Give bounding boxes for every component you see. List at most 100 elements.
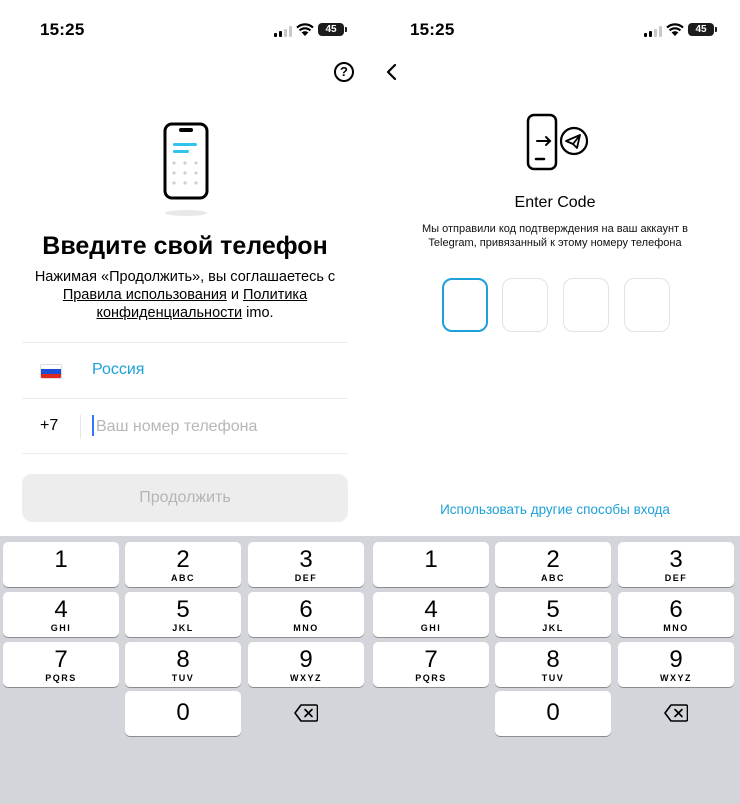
key-3[interactable]: 3 DEF: [248, 542, 364, 587]
alternative-login-link[interactable]: Использовать другие способы входа: [370, 502, 740, 517]
country-code[interactable]: +7: [40, 417, 58, 435]
key-letters: JKL: [172, 623, 194, 633]
key-3[interactable]: 3 DEF: [618, 542, 734, 587]
key-8[interactable]: 8 TUV: [125, 642, 241, 687]
key-9[interactable]: 9 WXYZ: [248, 642, 364, 687]
code-digit-box[interactable]: [563, 278, 609, 332]
key-7[interactable]: 7 PQRS: [3, 642, 119, 687]
phone-telegram-icon: [526, 113, 589, 171]
key-digit: 3: [669, 546, 683, 573]
key-letters: PQRS: [415, 673, 447, 683]
battery-icon: 45: [318, 23, 347, 36]
wifi-icon: [296, 23, 314, 36]
subtitle-line: Мы отправили код подтверждения на ваш ак…: [422, 223, 688, 235]
legal-and: и: [226, 287, 243, 303]
key-4[interactable]: 4 GHI: [373, 592, 489, 637]
key-digit: 7: [424, 646, 438, 673]
phone-field-row: +7: [22, 398, 348, 454]
help-icon[interactable]: ?: [334, 62, 354, 82]
key-digit: 5: [176, 596, 190, 623]
russia-flag-icon: [40, 364, 62, 379]
key-digit: 9: [669, 646, 683, 673]
key-2[interactable]: 2 ABC: [125, 542, 241, 587]
backspace-icon[interactable]: [248, 691, 364, 736]
key-7[interactable]: 7 PQRS: [373, 642, 489, 687]
key-digit: 5: [546, 596, 560, 623]
key-letters: ABC: [171, 573, 195, 583]
key-letters: MNO: [663, 623, 689, 633]
key-digit: 2: [546, 546, 560, 573]
key-digit: 1: [54, 546, 68, 573]
key-0[interactable]: 0: [495, 691, 611, 736]
key-letters: TUV: [171, 673, 195, 683]
cellular-signal-icon: [274, 26, 292, 37]
key-8[interactable]: 8 TUV: [495, 642, 611, 687]
key-digit: 2: [176, 546, 190, 573]
status-time: 15:25: [410, 20, 455, 39]
legal-prefix: Нажимая «Продолжить», вы соглашаетесь с: [34, 269, 336, 285]
numeric-keypad: 1 2 ABC 3 DEF 4 GHI 5 JKL 6 MNO 7 PQRS 8 TUV 9 WXYZ 0: [0, 536, 370, 804]
legal-text: Нажимая «Продолжить», вы соглашаетесь с …: [20, 268, 350, 322]
key-letters: GHI: [420, 623, 442, 633]
phone-icon: [163, 122, 209, 216]
phone-entry-screen: 15:25 45 ? Введите свой телефон Нажимая …: [0, 0, 370, 804]
key-letters: GHI: [50, 623, 72, 633]
key-digit: 3: [299, 546, 313, 573]
numeric-keypad: 1 2 ABC 3 DEF 4 GHI 5 JKL 6 MNO 7 PQRS 8 TUV 9 WXYZ 0: [370, 536, 740, 804]
key-9[interactable]: 9 WXYZ: [618, 642, 734, 687]
key-digit: 6: [669, 596, 683, 623]
key-letters: WXYZ: [290, 673, 322, 683]
phone-number-input[interactable]: [96, 413, 336, 441]
key-5[interactable]: 5 JKL: [125, 592, 241, 637]
key-digit: 0: [176, 699, 190, 726]
code-digit-box[interactable]: [502, 278, 548, 332]
chevron-left-icon[interactable]: [384, 62, 398, 82]
key-letters: DEF: [664, 573, 688, 583]
key-6[interactable]: 6 MNO: [248, 592, 364, 637]
key-2[interactable]: 2 ABC: [495, 542, 611, 587]
key-6[interactable]: 6 MNO: [618, 592, 734, 637]
key-digit: 6: [299, 596, 313, 623]
continue-button[interactable]: Продолжить: [22, 474, 348, 522]
key-0[interactable]: 0: [125, 691, 241, 736]
key-digit: 4: [424, 596, 438, 623]
key-4[interactable]: 4 GHI: [3, 592, 119, 637]
page-subtitle: Мы отправили код подтверждения на ваш ак…: [400, 222, 710, 250]
subtitle-line: Telegram, привязанный к этому номеру тел…: [428, 237, 682, 249]
status-bar: 15:25 45: [370, 0, 740, 60]
key-digit: 8: [176, 646, 190, 673]
wifi-icon: [666, 23, 684, 36]
text-cursor: [92, 415, 94, 436]
key-digit: 8: [546, 646, 560, 673]
divider: [80, 415, 81, 439]
key-letters: PQRS: [45, 673, 77, 683]
key-letters: JKL: [542, 623, 564, 633]
key-1[interactable]: 1: [373, 542, 489, 587]
key-5[interactable]: 5 JKL: [495, 592, 611, 637]
status-bar: 15:25 45: [0, 0, 370, 60]
backspace-icon[interactable]: [618, 691, 734, 736]
country-name: Россия: [92, 361, 145, 378]
key-digit: 7: [54, 646, 68, 673]
page-title: Enter Code: [514, 194, 596, 211]
key-1[interactable]: 1: [3, 542, 119, 587]
terms-link[interactable]: Правила использования: [63, 287, 227, 303]
code-digit-box[interactable]: [624, 278, 670, 332]
key-letters: DEF: [294, 573, 318, 583]
legal-suffix: imo.: [242, 305, 274, 321]
key-letters: WXYZ: [660, 673, 692, 683]
country-selector[interactable]: Россия: [22, 342, 348, 398]
key-digit: 0: [546, 699, 560, 726]
status-time: 15:25: [40, 20, 85, 39]
key-digit: 4: [54, 596, 68, 623]
page-title: Введите свой телефон: [42, 232, 328, 260]
key-digit: 1: [424, 546, 438, 573]
key-digit: 9: [299, 646, 313, 673]
key-letters: MNO: [293, 623, 319, 633]
battery-icon: 45: [688, 23, 717, 36]
key-letters: TUV: [541, 673, 565, 683]
code-digit-box[interactable]: [442, 278, 488, 332]
cellular-signal-icon: [644, 26, 662, 37]
enter-code-screen: 15:25 45 Enter Code Мы отправили код под…: [370, 0, 740, 804]
key-letters: ABC: [541, 573, 565, 583]
